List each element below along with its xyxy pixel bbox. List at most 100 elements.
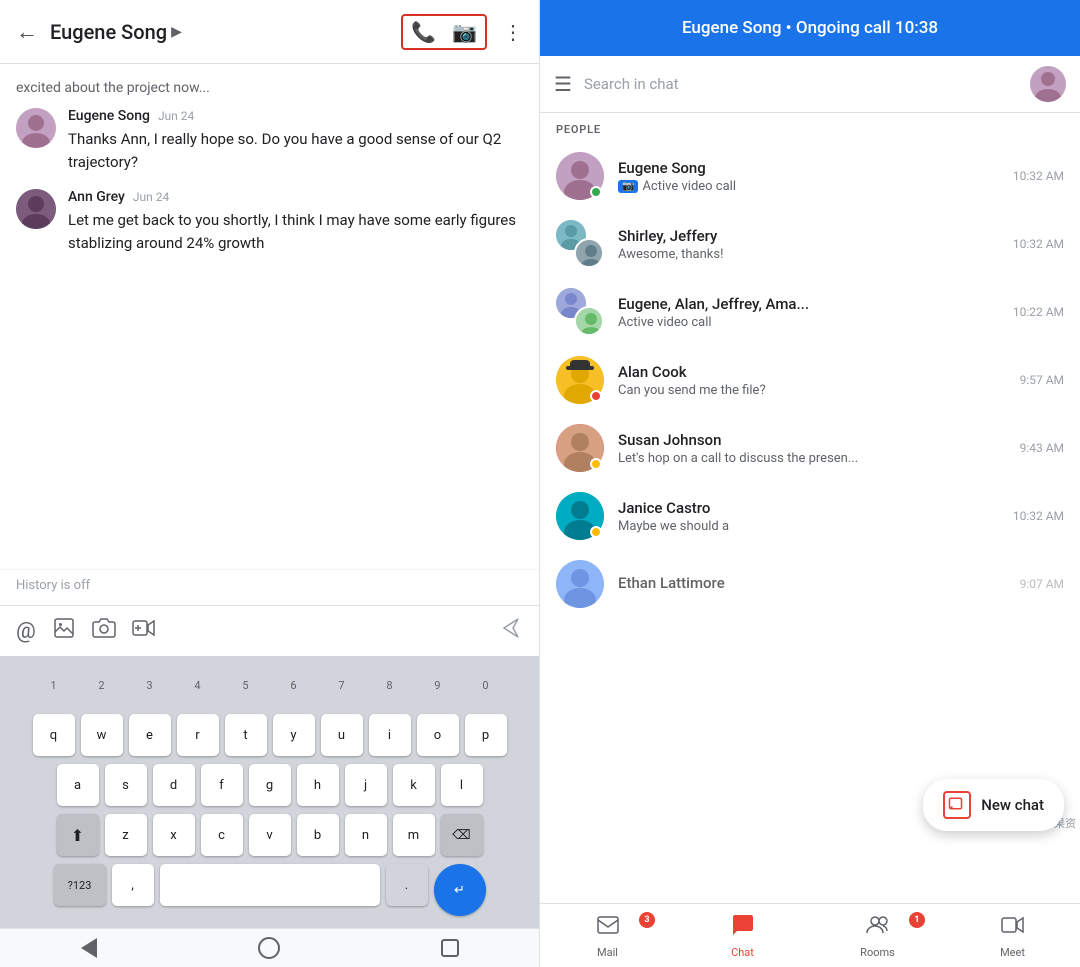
- nav-chat[interactable]: Chat: [675, 904, 810, 967]
- contact-info: Ethan Lattimore: [618, 574, 1006, 594]
- back-nav-icon[interactable]: [81, 938, 97, 958]
- key-g[interactable]: g: [249, 764, 291, 806]
- contact-name: Eugene, Alan, Jeffrey, Ama...: [618, 295, 999, 313]
- phone-icon[interactable]: 📞: [411, 20, 436, 44]
- contact-sub: Active video call: [618, 315, 999, 330]
- user-avatar[interactable]: [1030, 66, 1066, 102]
- home-nav-icon[interactable]: [258, 937, 280, 959]
- contact-row[interactable]: Janice Castro Maybe we should a 10:32 AM: [540, 482, 1080, 550]
- video-add-icon[interactable]: [132, 616, 156, 646]
- key-3[interactable]: 3: [129, 664, 171, 706]
- new-chat-bubble[interactable]: New chat: [923, 779, 1064, 831]
- more-options-button[interactable]: ⋮: [503, 20, 523, 44]
- people-section-label: PEOPLE: [540, 113, 1080, 142]
- key-d[interactable]: d: [153, 764, 195, 806]
- key-0[interactable]: 0: [465, 664, 507, 706]
- key-r[interactable]: r: [177, 714, 219, 756]
- key-e[interactable]: e: [129, 714, 171, 756]
- key-4[interactable]: 4: [177, 664, 219, 706]
- dot-key[interactable]: .: [386, 864, 428, 906]
- key-x[interactable]: x: [153, 814, 195, 856]
- ongoing-call-title: Eugene Song • Ongoing call 10:38: [682, 18, 938, 38]
- key-t[interactable]: t: [225, 714, 267, 756]
- keyboard: 1 2 3 4 5 6 7 8 9 0 q w e r t y u i o p …: [0, 656, 539, 928]
- message-row: Eugene Song Jun 24 Thanks Ann, I really …: [16, 108, 523, 173]
- key-o[interactable]: o: [417, 714, 459, 756]
- key-h[interactable]: h: [297, 764, 339, 806]
- key-j[interactable]: j: [345, 764, 387, 806]
- image-icon[interactable]: [52, 616, 76, 646]
- status-indicator: [590, 390, 602, 402]
- status-indicator: [590, 458, 602, 470]
- message-text: Let me get back to you shortly, I think …: [68, 209, 523, 254]
- status-indicator: [590, 186, 602, 198]
- key-n[interactable]: n: [345, 814, 387, 856]
- at-icon[interactable]: @: [16, 619, 36, 644]
- message-row: Ann Grey Jun 24 Let me get back to you s…: [16, 189, 523, 254]
- key-l[interactable]: l: [441, 764, 483, 806]
- key-y[interactable]: y: [273, 714, 315, 756]
- contact-sub: Awesome, thanks!: [618, 247, 999, 262]
- key-w[interactable]: w: [81, 714, 123, 756]
- hamburger-icon[interactable]: ☰: [554, 72, 572, 96]
- key-i[interactable]: i: [369, 714, 411, 756]
- key-b[interactable]: b: [297, 814, 339, 856]
- message-toolbar: @: [0, 605, 539, 656]
- contact-row[interactable]: Alan Cook Can you send me the file? 9:57…: [540, 346, 1080, 414]
- video-icon[interactable]: 📷: [452, 20, 477, 44]
- space-key[interactable]: [160, 864, 380, 906]
- key-z[interactable]: z: [105, 814, 147, 856]
- key-8[interactable]: 8: [369, 664, 411, 706]
- backspace-key[interactable]: ⌫: [441, 814, 483, 856]
- comma-key[interactable]: ,: [112, 864, 154, 906]
- recent-nav-icon[interactable]: [441, 939, 459, 957]
- asdf-row: a s d f g h j k l: [4, 764, 535, 806]
- search-input[interactable]: Search in chat: [584, 75, 1018, 93]
- key-1[interactable]: 1: [33, 664, 75, 706]
- key-2[interactable]: 2: [81, 664, 123, 706]
- avatar: [16, 108, 56, 148]
- contact-row[interactable]: Eugene Song 📷 Active video call 10:32 AM: [540, 142, 1080, 210]
- key-c[interactable]: c: [201, 814, 243, 856]
- contact-row[interactable]: Shirley, Jeffery Awesome, thanks! 10:32 …: [540, 210, 1080, 278]
- message-time: Jun 24: [133, 190, 169, 204]
- key-5[interactable]: 5: [225, 664, 267, 706]
- key-u[interactable]: u: [321, 714, 363, 756]
- history-off-label: History is off: [0, 569, 539, 605]
- key-k[interactable]: k: [393, 764, 435, 806]
- contact-info: Shirley, Jeffery Awesome, thanks!: [618, 227, 999, 262]
- contact-row[interactable]: Eugene, Alan, Jeffrey, Ama... Active vid…: [540, 278, 1080, 346]
- contact-row[interactable]: Susan Johnson Let's hop on a call to dis…: [540, 414, 1080, 482]
- key-a[interactable]: a: [57, 764, 99, 806]
- key-p[interactable]: p: [465, 714, 507, 756]
- message-content: Eugene Song Jun 24 Thanks Ann, I really …: [68, 108, 523, 173]
- left-panel: ← Eugene Song ▶ 📞 📷 ⋮ excited about the …: [0, 0, 540, 967]
- key-6[interactable]: 6: [273, 664, 315, 706]
- shift-key[interactable]: ⬆: [57, 814, 99, 856]
- key-9[interactable]: 9: [417, 664, 459, 706]
- right-panel: Eugene Song • Ongoing call 10:38 ☰ Searc…: [540, 0, 1080, 967]
- enter-key[interactable]: ↵: [434, 864, 486, 916]
- qwerty-row: q w e r t y u i o p: [4, 714, 535, 756]
- key-f[interactable]: f: [201, 764, 243, 806]
- status-indicator: [590, 526, 602, 538]
- ongoing-call-header: Eugene Song • Ongoing call 10:38: [540, 0, 1080, 56]
- title-arrow[interactable]: ▶: [171, 24, 182, 40]
- key-7[interactable]: 7: [321, 664, 363, 706]
- key-q[interactable]: q: [33, 714, 75, 756]
- contact-row[interactable]: Ethan Lattimore 9:07 AM: [540, 550, 1080, 618]
- rooms-icon: [866, 913, 890, 943]
- call-video-box: 📞 📷: [401, 14, 487, 50]
- key-v[interactable]: v: [249, 814, 291, 856]
- nav-meet[interactable]: Meet: [945, 904, 1080, 967]
- nav-rooms[interactable]: 1 Rooms: [810, 904, 945, 967]
- key-s[interactable]: s: [105, 764, 147, 806]
- android-nav-bar: [0, 928, 539, 967]
- key-m[interactable]: m: [393, 814, 435, 856]
- nav-mail[interactable]: 3 Mail: [540, 904, 675, 967]
- send-button[interactable]: [499, 616, 523, 646]
- special-key[interactable]: ?123: [54, 864, 106, 906]
- contact-avatar: [556, 152, 604, 200]
- back-button[interactable]: ←: [16, 19, 38, 45]
- camera-icon[interactable]: [92, 616, 116, 646]
